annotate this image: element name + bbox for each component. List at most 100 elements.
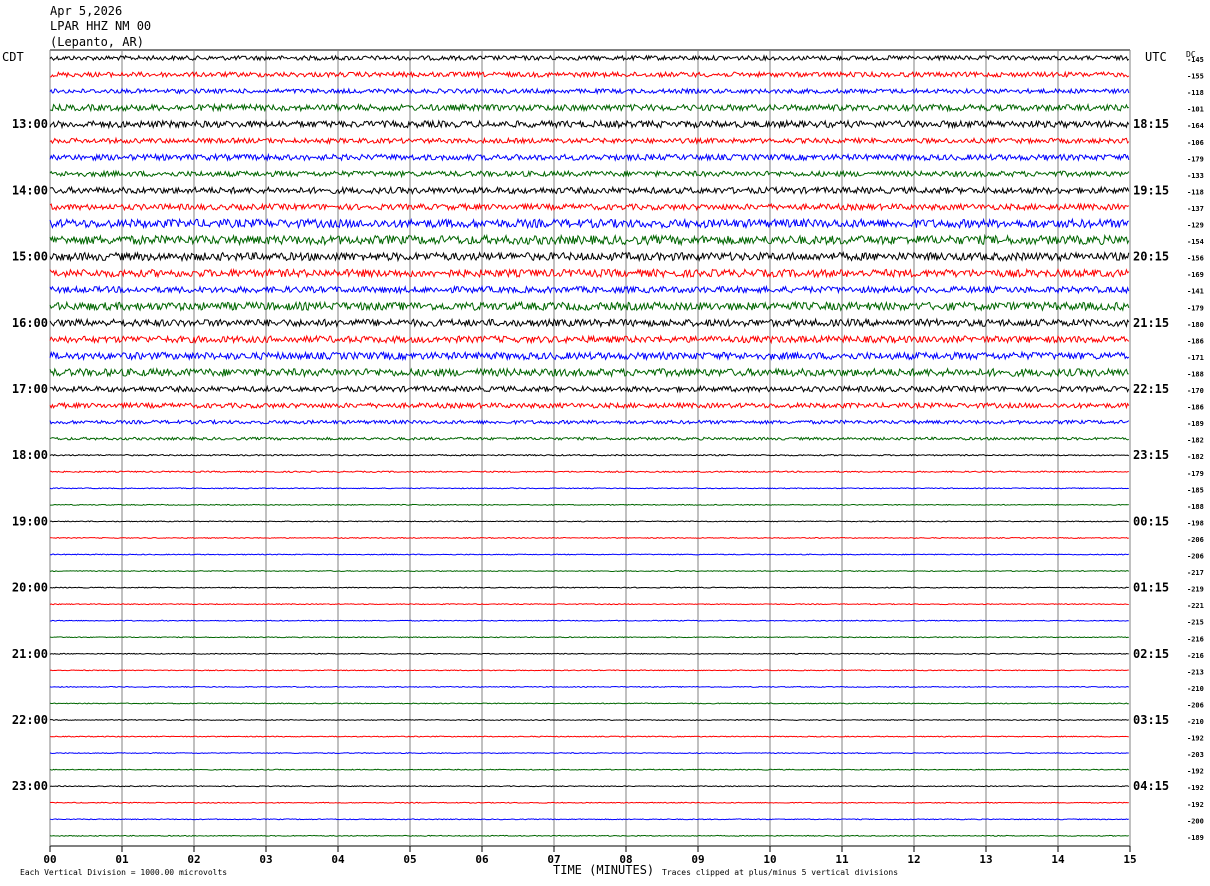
right-hour-label: 04:15 xyxy=(1133,779,1169,793)
left-hour-label: 18:00 xyxy=(12,448,48,462)
seismic-trace xyxy=(49,102,1129,113)
x-tick-label: 09 xyxy=(691,853,704,866)
seismic-trace xyxy=(49,217,1130,230)
seismic-trace xyxy=(49,453,1130,457)
seismic-trace xyxy=(49,87,1130,95)
dc-offset-label: -155 xyxy=(1187,73,1204,81)
right-hour-label: 01:15 xyxy=(1133,581,1169,595)
time-grid xyxy=(49,49,1131,852)
seismic-trace xyxy=(49,366,1129,379)
seismic-trace xyxy=(49,185,1130,196)
dc-offset-label: -179 xyxy=(1187,304,1204,312)
dc-offset-label: -213 xyxy=(1187,668,1204,676)
left-hour-label: 13:00 xyxy=(12,117,48,131)
dc-offset-label: -182 xyxy=(1187,437,1204,445)
dc-offset-label: -203 xyxy=(1187,751,1204,759)
dc-offset-label: -219 xyxy=(1187,586,1204,594)
seismic-trace xyxy=(49,818,1129,821)
dc-offset-label: -182 xyxy=(1187,453,1204,461)
dc-offset-label: -186 xyxy=(1187,337,1204,345)
seismic-trace xyxy=(49,503,1129,506)
dc-offset-label: -137 xyxy=(1187,205,1204,213)
dc-offset-label: -210 xyxy=(1187,685,1204,693)
dc-offset-label: -189 xyxy=(1187,834,1204,842)
x-tick-label: 11 xyxy=(835,853,849,866)
seismic-trace xyxy=(49,233,1130,247)
dc-offset-label: -206 xyxy=(1187,553,1204,561)
axis-labels: 00 01 02 03 04 05 06 07 08 09 10 11 12 13 14 15-145-155… xyxy=(12,56,1204,866)
x-tick-label: 03 xyxy=(259,853,272,866)
seismic-trace xyxy=(49,669,1129,672)
seismic-trace xyxy=(49,801,1129,804)
seismic-trace xyxy=(49,487,1129,490)
dc-offset-label: -200 xyxy=(1187,817,1204,825)
x-tick-label: 05 xyxy=(403,853,416,866)
dc-offset-label: -145 xyxy=(1187,56,1204,64)
right-hour-label: 19:15 xyxy=(1133,183,1169,197)
seismic-trace xyxy=(49,586,1129,589)
seismic-trace xyxy=(49,267,1130,279)
right-hour-label: 23:15 xyxy=(1133,448,1169,462)
dc-offset-label: -179 xyxy=(1187,155,1204,163)
right-hour-label: 03:15 xyxy=(1133,713,1169,727)
dc-offset-label: -164 xyxy=(1187,122,1204,130)
dc-offset-label: -188 xyxy=(1187,370,1204,378)
dc-offset-label: -189 xyxy=(1187,420,1204,428)
x-tick-label: 04 xyxy=(331,853,345,866)
seismic-trace xyxy=(49,317,1130,329)
dc-offset-label: -156 xyxy=(1187,255,1204,263)
dc-offset-label: -179 xyxy=(1187,470,1204,478)
dc-offset-label: -169 xyxy=(1187,271,1204,279)
x-tick-label: 10 xyxy=(763,853,776,866)
seismic-trace xyxy=(49,834,1129,837)
dc-offset-label: -192 xyxy=(1187,784,1204,792)
seismic-trace xyxy=(49,418,1130,426)
seismic-trace xyxy=(49,718,1130,722)
dc-offset-label: -192 xyxy=(1187,801,1204,809)
seismic-trace xyxy=(49,136,1130,146)
seismic-trace xyxy=(49,520,1129,523)
left-hour-label: 16:00 xyxy=(12,316,48,330)
seismic-trace xyxy=(49,785,1130,788)
x-tick-label: 14 xyxy=(1051,853,1065,866)
dc-offset-label: -192 xyxy=(1187,768,1204,776)
seismic-trace xyxy=(49,702,1129,705)
right-hour-label: 02:15 xyxy=(1133,647,1169,661)
dc-offset-label: -129 xyxy=(1187,222,1204,230)
seismic-trace xyxy=(49,202,1130,212)
seismic-trace xyxy=(49,603,1129,606)
dc-offset-label: -141 xyxy=(1187,288,1204,296)
right-hour-label: 18:15 xyxy=(1133,117,1169,131)
seismic-trace xyxy=(49,470,1129,474)
dc-offset-label: -198 xyxy=(1187,519,1204,527)
x-tick-label: 13 xyxy=(979,853,992,866)
left-hour-label: 14:00 xyxy=(12,183,48,197)
left-hour-label: 22:00 xyxy=(12,713,48,727)
seismic-trace xyxy=(49,752,1129,755)
seismic-trace xyxy=(49,636,1129,639)
dc-offset-label: -186 xyxy=(1187,404,1204,412)
seismic-trace xyxy=(49,334,1130,345)
seismic-trace xyxy=(49,300,1130,312)
right-hour-label: 22:15 xyxy=(1133,382,1169,396)
x-tick-label: 02 xyxy=(187,853,200,866)
dc-offset-label: -192 xyxy=(1187,735,1204,743)
seismic-trace xyxy=(49,768,1130,771)
dc-offset-label: -210 xyxy=(1187,718,1204,726)
clip-note: Traces clipped at plus/minus 5 vertical … xyxy=(662,868,899,877)
left-hour-label: 17:00 xyxy=(12,382,48,396)
x-tick-label: 12 xyxy=(907,853,920,866)
left-hour-label: 21:00 xyxy=(12,647,48,661)
seismic-trace xyxy=(49,54,1130,62)
seismic-trace xyxy=(49,436,1130,442)
dc-offset-label: -185 xyxy=(1187,486,1204,494)
dc-offset-label: -170 xyxy=(1187,387,1204,395)
dc-offset-label: -180 xyxy=(1187,321,1204,329)
dc-offset-label: -206 xyxy=(1187,701,1204,709)
seismic-trace xyxy=(49,350,1130,362)
seismic-trace xyxy=(49,152,1130,162)
dc-offset-label: -188 xyxy=(1187,503,1204,511)
seismic-trace xyxy=(49,685,1130,688)
dc-offset-label: -217 xyxy=(1187,569,1204,577)
right-hour-label: 00:15 xyxy=(1133,514,1169,528)
